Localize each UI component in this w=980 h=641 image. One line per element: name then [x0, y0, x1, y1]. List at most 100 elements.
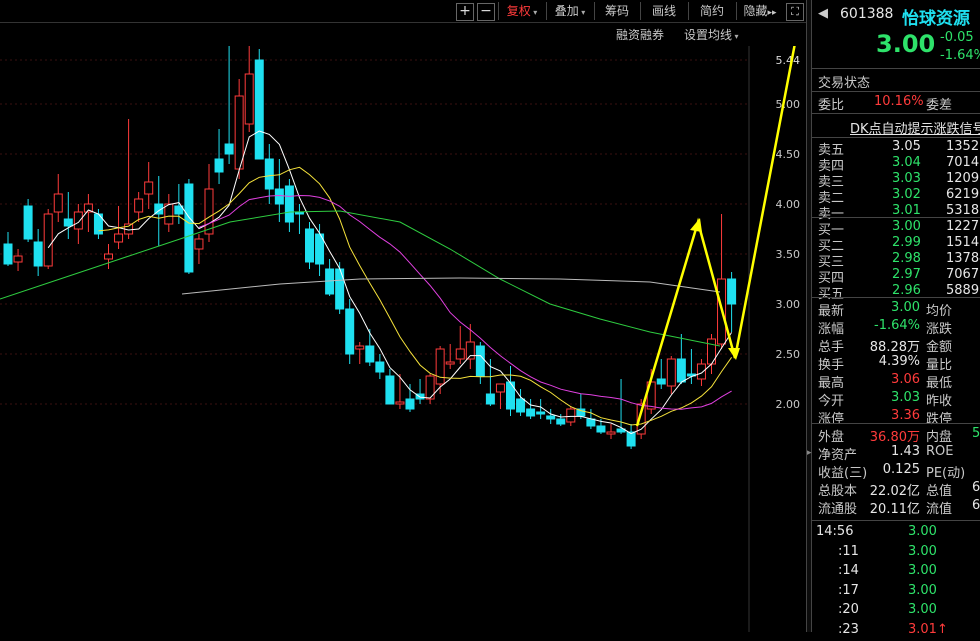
- price-axis: 7.006.506.005.445.004.504.003.503.002.50…: [776, 54, 801, 411]
- candle-body: [676, 358, 686, 383]
- arrow-head-icon: [690, 218, 702, 232]
- level-volume: 6219: [946, 187, 980, 202]
- dropdown-arrow-icon: ▾: [732, 32, 739, 41]
- yincang-label: 隐藏: [743, 4, 768, 18]
- chart-toolbar: + − 复权 ▾ 叠加 ▾ 筹码 画线 简约 隐藏▸▸ ⛶: [0, 0, 806, 23]
- jianyue-button[interactable]: 简约: [688, 2, 735, 20]
- level-price: 3.05: [892, 139, 921, 154]
- candle-body: [23, 205, 33, 240]
- tick-row: :17 3.00: [812, 583, 980, 602]
- bid-row[interactable]: 买一3.0012273: [812, 219, 980, 238]
- divider: [812, 423, 980, 424]
- last-price: 3.00: [876, 30, 936, 58]
- candle-body: [445, 361, 455, 365]
- candle-body: [114, 233, 124, 243]
- candle-body: [556, 418, 566, 425]
- dropdown-arrow-icon: ▾: [578, 8, 586, 17]
- diejia-label: 叠加: [554, 4, 579, 18]
- level-price: 2.96: [892, 283, 921, 298]
- stat-label: 最高: [818, 376, 845, 391]
- ask-row[interactable]: 卖三3.0312097: [812, 171, 980, 190]
- ma-settings-button[interactable]: 设置均线 ▾: [684, 26, 739, 43]
- diejia-button[interactable]: 叠加 ▾: [546, 2, 593, 20]
- candlestick-chart[interactable]: 7.006.506.005.445.004.504.003.503.002.50…: [0, 46, 806, 632]
- stat-label-2: 量比: [926, 358, 953, 373]
- price-tick-label: 2.00: [776, 398, 801, 411]
- stat-label-2: 均价: [926, 304, 953, 319]
- level-price: 2.99: [892, 235, 921, 250]
- bid-row[interactable]: 买二2.9915140: [812, 235, 980, 254]
- collapse-arrow-icon[interactable]: ▸: [807, 448, 812, 458]
- tick-price: 3.00: [908, 524, 937, 539]
- chart-subbar: 融资融券 设置均线 ▾: [0, 23, 806, 45]
- back-arrow-icon[interactable]: ◀: [818, 6, 828, 21]
- candle-body: [696, 363, 706, 380]
- stat-label: 今开: [818, 394, 845, 409]
- level-volume: 15140: [946, 235, 980, 250]
- level-volume: 5318: [946, 203, 980, 218]
- ask-row[interactable]: 卖二 3.02 6219: [812, 187, 980, 206]
- candle-body: [546, 415, 556, 420]
- level-price: 3.02: [892, 187, 921, 202]
- stat-row: 最高 3.06 最低: [812, 372, 980, 391]
- candle-body: [596, 425, 606, 433]
- candle-body: [274, 188, 284, 205]
- dk-signal-link[interactable]: DK点自动提示涨跌信号: [850, 118, 980, 137]
- candle-body: [375, 361, 385, 373]
- candle-body: [104, 253, 113, 260]
- ask-row[interactable]: 卖四 3.04 7014: [812, 155, 980, 174]
- candle-body: [144, 181, 154, 195]
- level-volume: 12273: [946, 219, 980, 234]
- stat-label: 最新: [818, 304, 845, 319]
- stat-label-2: PE(动): [926, 466, 966, 481]
- candlesticks: [3, 46, 737, 449]
- level-volume: 13784: [946, 251, 980, 266]
- bid-row[interactable]: 买四 2.97 7067: [812, 267, 980, 286]
- ma120-line: [181, 277, 721, 295]
- huaxian-button[interactable]: 画线: [640, 2, 687, 20]
- stat-label-2: 内盘: [926, 430, 953, 445]
- candle-body: [13, 255, 23, 263]
- rzrq-button[interactable]: 融资融券: [616, 26, 664, 43]
- tick-time: :20: [838, 602, 859, 617]
- ask-row[interactable]: 卖五3.0513527: [812, 139, 980, 158]
- divider: [812, 91, 980, 92]
- candle-body: [234, 95, 244, 170]
- stat-value: 3.00: [891, 300, 920, 315]
- fullscreen-icon[interactable]: ⛶: [786, 3, 804, 21]
- divider: [812, 217, 980, 218]
- fuquan-label: 复权: [506, 4, 531, 18]
- stat-row: 净资产 1.43 ROE: [812, 444, 980, 463]
- candle-body: [184, 183, 194, 273]
- candle-body: [405, 398, 415, 410]
- stat-row: 外盘 36.80万 内盘 5: [812, 426, 980, 445]
- candle-body: [586, 418, 596, 427]
- level-price: 2.97: [892, 267, 921, 282]
- stat-value: 4.39%: [878, 354, 920, 369]
- zoom-out-button[interactable]: −: [477, 3, 495, 21]
- candle-body: [656, 378, 666, 385]
- zoom-in-button[interactable]: +: [456, 3, 474, 21]
- chouma-button[interactable]: 筹码: [594, 2, 639, 20]
- candle-body: [244, 73, 254, 125]
- level-volume: 12097: [946, 171, 980, 186]
- candle-body: [566, 408, 576, 423]
- candle-body: [455, 348, 465, 360]
- bid-row[interactable]: 买三2.9813784: [812, 251, 980, 270]
- price-tick-label: 5.44: [776, 54, 801, 67]
- tick-time: :17: [838, 582, 859, 598]
- stat-label-2: 跌停: [926, 412, 953, 427]
- level-price: 3.03: [892, 171, 921, 186]
- stock-code: 601388: [840, 6, 894, 22]
- candle-body: [516, 398, 526, 413]
- price-tick-label: 3.50: [776, 248, 801, 261]
- stat-value: -1.64%: [874, 318, 920, 333]
- candle-body: [536, 411, 546, 415]
- tick-time: :23: [838, 621, 859, 637]
- stat-label: 净资产: [818, 448, 858, 463]
- yincang-button[interactable]: 隐藏▸▸: [736, 2, 783, 20]
- level-price: 2.98: [892, 251, 921, 266]
- stat-label-2: 金额: [926, 340, 953, 355]
- quote-panel: ◀ 601388 怡球资源 3.00 -0.05 -1.64% 交易状态 委比 …: [812, 0, 980, 637]
- fuquan-button[interactable]: 复权 ▾: [498, 2, 545, 20]
